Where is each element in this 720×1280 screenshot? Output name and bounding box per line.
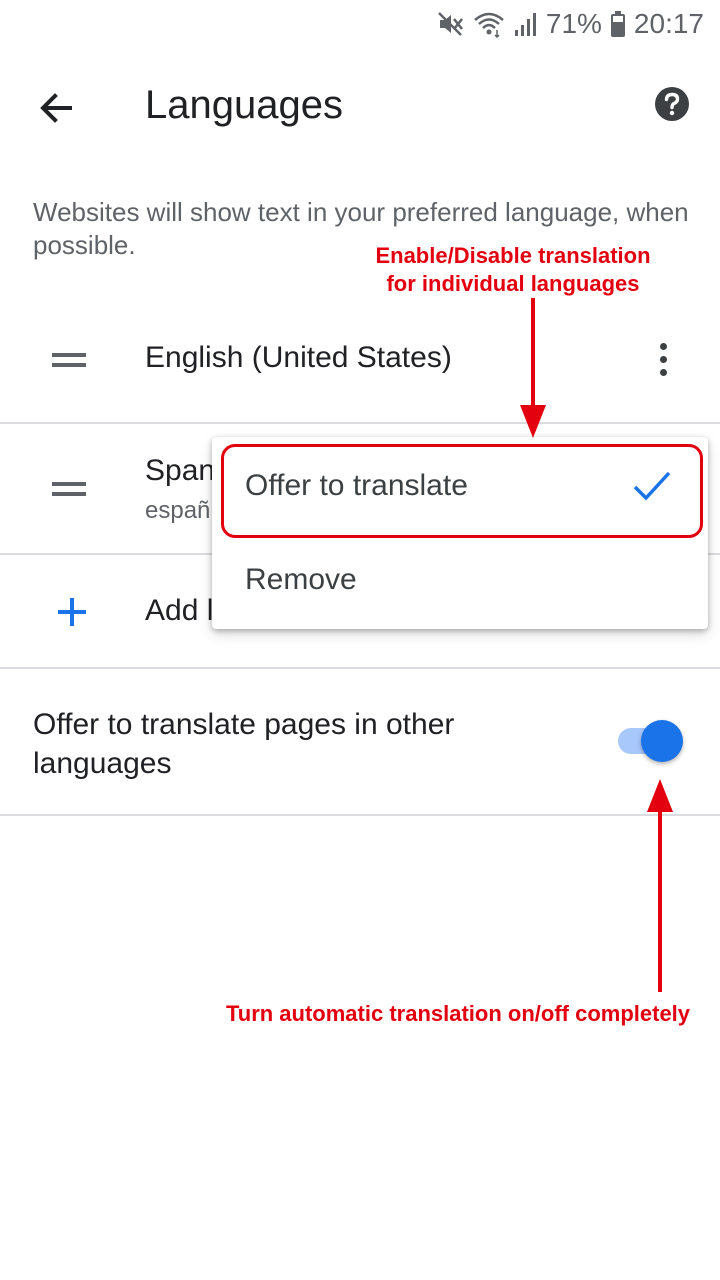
language-name: Span: [145, 454, 216, 487]
battery-percent: 71%: [545, 8, 602, 39]
battery-icon: [610, 10, 626, 38]
add-language-label: Add l: [145, 594, 214, 627]
more-options-button[interactable]: [648, 335, 678, 383]
add-icon: [56, 596, 88, 628]
wifi-icon: [472, 10, 506, 38]
language-row-english[interactable]: English (United States): [0, 300, 720, 422]
divider: [0, 667, 720, 669]
annotation-bottom: Turn automatic translation on/off comple…: [225, 1001, 691, 1026]
page-title: Languages: [145, 83, 343, 127]
menu-item-remove[interactable]: Remove: [212, 535, 708, 631]
drag-handle-icon[interactable]: [52, 482, 86, 496]
arrowhead-up-icon: [647, 779, 673, 812]
offer-translate-toggle[interactable]: [616, 720, 686, 764]
back-button[interactable]: [28, 80, 84, 136]
language-native-name: españ: [145, 497, 211, 524]
annotation-top-line1: Enable/Disable translation: [375, 243, 651, 268]
drag-handle-icon[interactable]: [52, 353, 86, 367]
annotation-top-line2: for individual languages: [386, 271, 640, 296]
menu-item-label: Remove: [245, 563, 357, 596]
more-dot-icon: [659, 368, 667, 376]
clock: 20:17: [633, 8, 704, 39]
status-bar: 71% 20:17: [0, 0, 720, 50]
annotation-top: Enable/Disable translation for individua…: [352, 242, 674, 298]
mute-icon: [436, 10, 464, 38]
help-button[interactable]: [648, 80, 696, 128]
arrow-back-icon: [40, 93, 72, 123]
offer-translate-setting-label: Offer to translate pages in other langua…: [33, 708, 455, 780]
more-dot-icon: [659, 342, 667, 350]
status-indicators: 71% 20:17: [436, 6, 704, 42]
help-icon: [655, 87, 689, 121]
divider: [0, 814, 720, 816]
annotation-highlight-box: [221, 444, 703, 538]
language-name: English (United States): [145, 341, 452, 374]
toggle-thumb: [641, 720, 683, 762]
signal-icon: [514, 10, 538, 38]
more-dot-icon: [659, 355, 667, 363]
